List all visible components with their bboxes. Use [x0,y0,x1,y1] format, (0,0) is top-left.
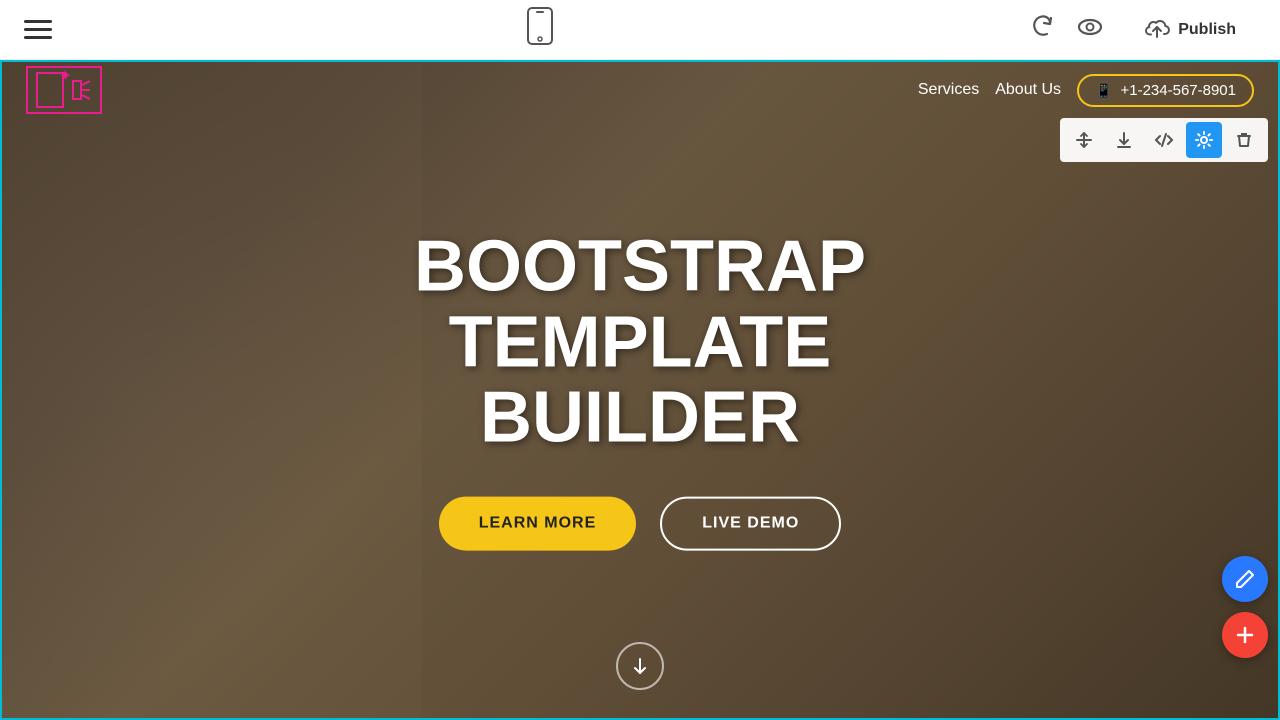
site-nav: ✦ Services About Us 📱 +1-234-567-8901 [2,62,1278,118]
phone-number: +1-234-567-8901 [1120,82,1236,99]
cloud-upload-icon [1144,16,1170,44]
logo-box: ✦ [36,72,64,108]
phone-icon: 📱 [1095,82,1112,99]
settings-section-button[interactable] [1186,122,1222,158]
nav-services[interactable]: Services [918,81,979,99]
logo-sun-icon: ✦ [59,66,72,86]
hero-text-block: BOOTSTRAP TEMPLATE BUILDER LEARN MORE LI… [290,230,990,551]
hero-title-line2: TEMPLATE BUILDER [290,305,990,456]
logo-icon [72,80,92,100]
hero-title-line1: BOOTSTRAP [290,230,990,306]
edit-float-button[interactable] [1222,556,1268,602]
phone-button[interactable]: 📱 +1-234-567-8901 [1077,74,1254,107]
hero-section: ✦ Services About Us 📱 +1-234-567-8901 [2,62,1278,718]
download-section-button[interactable] [1106,122,1142,158]
undo-icon[interactable] [1028,13,1056,47]
main-canvas: ✦ Services About Us 📱 +1-234-567-8901 [0,60,1280,720]
toolbar-left [24,20,52,39]
hero-buttons: LEARN MORE LIVE DEMO [290,496,990,550]
preview-eye-icon[interactable] [1076,13,1104,47]
top-toolbar: Publish [0,0,1280,60]
learn-more-button[interactable]: LEARN MORE [439,496,637,550]
toolbar-right: Publish [1028,6,1256,54]
delete-section-button[interactable] [1226,122,1262,158]
live-demo-button[interactable]: LIVE DEMO [660,496,841,550]
mobile-preview-icon[interactable] [526,6,554,53]
toolbar-center [526,6,554,53]
code-section-button[interactable] [1146,122,1182,158]
publish-button[interactable]: Publish [1124,6,1256,54]
nav-about-us[interactable]: About Us [995,81,1061,99]
scroll-down-button[interactable] [616,642,664,690]
canvas-frame: ✦ Services About Us 📱 +1-234-567-8901 [0,60,1280,720]
site-logo[interactable]: ✦ [26,66,102,114]
floating-action-buttons [1222,556,1278,658]
site-nav-links: Services About Us 📱 +1-234-567-8901 [918,74,1254,107]
section-toolbar [1060,118,1268,162]
add-float-button[interactable] [1222,612,1268,658]
publish-label: Publish [1178,21,1236,39]
hero-title: BOOTSTRAP TEMPLATE BUILDER [290,230,990,457]
menu-icon[interactable] [24,20,52,39]
move-section-button[interactable] [1066,122,1102,158]
